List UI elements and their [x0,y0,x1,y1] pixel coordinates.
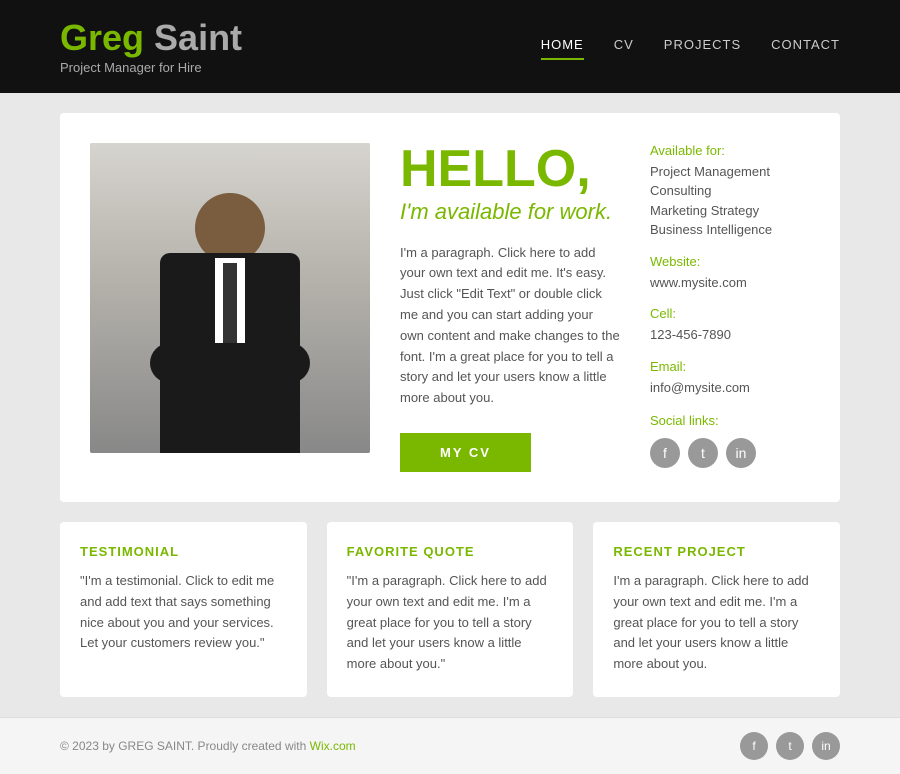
testimonial-title: TESTIMONIAL [80,544,287,559]
email-label: Email: [650,359,810,374]
website-value: www.mysite.com [650,273,810,293]
facebook-icon[interactable]: f [650,438,680,468]
bio-text: I'm a paragraph. Click here to add your … [400,243,620,409]
twitter-icon[interactable]: t [688,438,718,468]
cell-value: 123-456-7890 [650,325,810,345]
footer-copyright: © 2023 by GREG SAINT. Proudly created wi… [60,739,310,753]
name-last: Saint [144,17,242,58]
available-label: Available for: [650,143,810,158]
page-content: HELLO, I'm available for work. I'm a par… [0,93,900,697]
hero-sidebar: Available for: Project ManagementConsult… [650,143,810,469]
nav-home[interactable]: HOME [541,37,584,56]
testimonial-text: "I'm a testimonial. Click to edit me and… [80,571,287,654]
available-text: I'm available for work. [400,199,620,225]
cv-button[interactable]: MY CV [400,433,531,472]
hero-middle: HELLO, I'm available for work. I'm a par… [400,143,620,472]
social-label: Social links: [650,413,810,428]
site-header: Greg Saint Project Manager for Hire HOME… [0,0,900,93]
website-label: Website: [650,254,810,269]
footer-twitter-icon[interactable]: t [776,732,804,760]
site-name: Greg Saint [60,18,242,58]
bottom-cards: TESTIMONIAL "I'm a testimonial. Click to… [60,522,840,697]
project-card: RECENT PROJECT I'm a paragraph. Click he… [593,522,840,697]
profile-photo [90,143,370,453]
testimonial-card: TESTIMONIAL "I'm a testimonial. Click to… [60,522,307,697]
project-title: RECENT PROJECT [613,544,820,559]
name-first: Greg [60,17,144,58]
footer-text: © 2023 by GREG SAINT. Proudly created wi… [60,739,356,753]
brand-area: Greg Saint Project Manager for Hire [60,18,242,75]
nav-projects[interactable]: PROJECTS [664,37,741,56]
main-nav: HOME CV PROJECTS CONTACT [541,37,840,56]
site-tagline: Project Manager for Hire [60,60,242,75]
footer-linkedin-icon[interactable]: in [812,732,840,760]
nav-cv[interactable]: CV [614,37,634,56]
email-value: info@mysite.com [650,378,810,398]
quote-card: FAVORITE QUOTE "I'm a paragraph. Click h… [327,522,574,697]
footer-facebook-icon[interactable]: f [740,732,768,760]
quote-title: FAVORITE QUOTE [347,544,554,559]
greeting-text: HELLO, [400,143,620,195]
available-items: Project ManagementConsultingMarketing St… [650,162,810,240]
social-icons-row: f t in [650,438,810,468]
project-text: I'm a paragraph. Click here to add your … [613,571,820,675]
wix-link[interactable]: Wix.com [310,739,356,753]
site-footer: © 2023 by GREG SAINT. Proudly created wi… [0,717,900,774]
hero-card: HELLO, I'm available for work. I'm a par… [60,113,840,502]
quote-text: "I'm a paragraph. Click here to add your… [347,571,554,675]
footer-social-icons: f t in [740,732,840,760]
nav-contact[interactable]: CONTACT [771,37,840,56]
linkedin-icon[interactable]: in [726,438,756,468]
cell-label: Cell: [650,306,810,321]
